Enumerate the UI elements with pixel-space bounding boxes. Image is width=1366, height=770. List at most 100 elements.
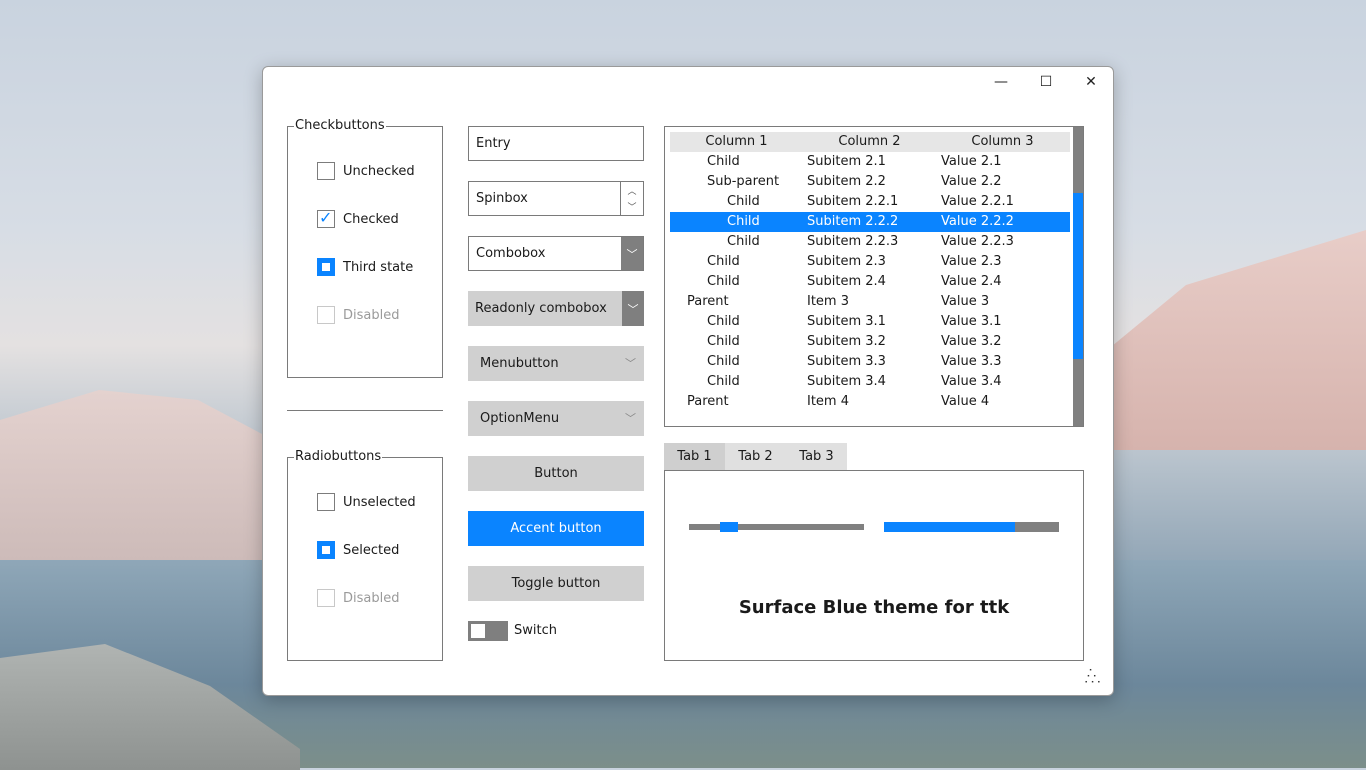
checkbox-unchecked-box[interactable] <box>317 162 335 180</box>
radio-label: Unselected <box>343 494 416 510</box>
chevron-up-icon[interactable]: ︿ <box>621 182 643 199</box>
checkbox-disabled-box <box>317 306 335 324</box>
chevron-down-icon: ﹀ <box>625 412 636 425</box>
column-header-2[interactable]: Column 2 <box>803 132 936 152</box>
notebook-tabs: Tab 1 Tab 2 Tab 3 <box>664 443 847 470</box>
table-row[interactable]: Sub-parent Subitem 2.2 Value 2.2 <box>670 172 1070 192</box>
table-cell: Value 3.2 <box>941 334 1002 349</box>
scale-slider[interactable] <box>689 522 864 532</box>
radio-label: Disabled <box>343 590 400 606</box>
menubutton[interactable]: Menubutton ﹀ <box>468 346 644 381</box>
table-cell: Subitem 2.2.1 <box>807 194 899 209</box>
table-row[interactable]: Parent Item 4 Value 4 <box>670 392 1070 412</box>
close-button[interactable]: ✕ <box>1069 67 1113 97</box>
checkbox-indeterminate-box[interactable] <box>317 258 335 276</box>
table-row[interactable]: Child Subitem 2.2.1 Value 2.2.1 <box>670 192 1070 212</box>
table-row[interactable]: Child Subitem 3.1 Value 3.1 <box>670 312 1070 332</box>
entry-text: Entry <box>476 136 511 151</box>
checkbox-label: Unchecked <box>343 163 415 179</box>
checkbuttons-frame: Checkbuttons Unchecked ✓ Checked Third s… <box>287 118 443 378</box>
table-cell: Sub-parent <box>707 174 780 189</box>
maximize-button[interactable]: ☐ <box>1024 67 1068 97</box>
chevron-down-icon[interactable]: ﹀ <box>621 199 643 216</box>
switch-toggle[interactable] <box>468 621 508 641</box>
check-third-state[interactable]: Third state <box>317 257 413 277</box>
table-cell: Subitem 3.2 <box>807 334 886 349</box>
chevron-down-icon[interactable]: ﹀ <box>621 237 643 270</box>
size-grip-icon[interactable]: ⠂ ⠂⠂ ⠂⠂⠂ <box>1084 667 1104 689</box>
check-unchecked[interactable]: Unchecked <box>317 161 415 181</box>
entry-field[interactable]: Entry <box>468 126 644 161</box>
table-row[interactable]: Child Subitem 2.2.2 Value 2.2.2 <box>670 212 1070 232</box>
optionmenu[interactable]: OptionMenu ﹀ <box>468 401 644 436</box>
table-cell: Subitem 2.2 <box>807 174 886 189</box>
table-cell: Child <box>707 334 740 349</box>
tree-scrollbar-thumb[interactable] <box>1073 193 1083 359</box>
table-row[interactable]: Child Subitem 3.3 Value 3.3 <box>670 352 1070 372</box>
tree-scrollbar[interactable] <box>1073 127 1083 426</box>
radio-disabled-indicator <box>317 589 335 607</box>
table-row[interactable]: Child Subitem 3.4 Value 3.4 <box>670 372 1070 392</box>
combobox-field[interactable]: Combobox ﹀ <box>468 236 644 271</box>
table-row[interactable]: Parent Item 3 Value 3 <box>670 292 1070 312</box>
tab-1[interactable]: Tab 1 <box>664 443 725 470</box>
table-cell: Item 3 <box>807 294 849 309</box>
table-row[interactable]: Child Subitem 2.1 Value 2.1 <box>670 152 1070 172</box>
tab-pane: Surface Blue theme for ttk <box>664 470 1084 661</box>
table-cell: Child <box>707 254 740 269</box>
table-cell: Value 2.1 <box>941 154 1002 169</box>
table-cell: Child <box>727 194 760 209</box>
button-label: Button <box>534 466 578 481</box>
checkbuttons-title: Checkbuttons <box>294 118 386 133</box>
table-row[interactable]: Child Subitem 2.2.3 Value 2.2.3 <box>670 232 1070 252</box>
tab-3[interactable]: Tab 3 <box>786 443 847 470</box>
column-header-3[interactable]: Column 3 <box>936 132 1069 152</box>
table-cell: Value 2.2.2 <box>941 214 1014 229</box>
table-cell: Subitem 2.2.2 <box>807 214 899 229</box>
table-cell: Subitem 3.1 <box>807 314 886 329</box>
table-cell: Subitem 2.3 <box>807 254 886 269</box>
column-header-1[interactable]: Column 1 <box>670 132 803 152</box>
table-row[interactable]: Child Subitem 2.4 Value 2.4 <box>670 272 1070 292</box>
radiobuttons-frame: Radiobuttons Unselected Selected Disable… <box>287 449 443 661</box>
spinbox-field[interactable]: Spinbox ︿ ﹀ <box>468 181 644 216</box>
table-row[interactable]: Child Subitem 2.3 Value 2.3 <box>670 252 1070 272</box>
switch-knob <box>471 624 485 638</box>
radio-selected-indicator[interactable] <box>317 541 335 559</box>
table-cell: Value 2.4 <box>941 274 1002 289</box>
combobox-text: Combobox <box>476 246 546 261</box>
scale-slider-thumb[interactable] <box>720 522 739 532</box>
readonly-combobox[interactable]: Readonly combobox ﹀ <box>468 291 644 326</box>
table-row[interactable]: Child Subitem 3.2 Value 3.2 <box>670 332 1070 352</box>
table-cell: Value 2.2.3 <box>941 234 1014 249</box>
radio-unselected-indicator[interactable] <box>317 493 335 511</box>
checkbox-label: Third state <box>343 259 414 275</box>
table-cell: Value 3.1 <box>941 314 1002 329</box>
optionmenu-text: OptionMenu <box>480 411 560 426</box>
table-cell: Subitem 3.3 <box>807 354 886 369</box>
toggle-button[interactable]: Toggle button <box>468 566 644 601</box>
table-cell: Value 3.3 <box>941 354 1002 369</box>
treeview[interactable]: Column 1 Column 2 Column 3 Child Subitem … <box>664 126 1084 427</box>
check-disabled: Disabled <box>317 305 399 325</box>
minimize-button[interactable]: — <box>979 67 1023 97</box>
radio-unselected[interactable]: Unselected <box>317 492 416 512</box>
table-cell: Parent <box>687 294 729 309</box>
table-cell: Value 2.2 <box>941 174 1002 189</box>
radio-label: Selected <box>343 542 400 558</box>
chevron-down-icon[interactable]: ﹀ <box>622 291 644 326</box>
radio-disabled: Disabled <box>317 588 399 608</box>
table-cell: Value 2.3 <box>941 254 1002 269</box>
tab-2[interactable]: Tab 2 <box>725 443 786 470</box>
accent-button[interactable]: Accent button <box>468 511 644 546</box>
table-cell: Subitem 2.2.3 <box>807 234 899 249</box>
tree-header: Column 1 Column 2 Column 3 <box>670 132 1070 152</box>
button[interactable]: Button <box>468 456 644 491</box>
progress-bar-fill <box>884 522 1016 532</box>
table-cell: Child <box>727 234 760 249</box>
check-checked[interactable]: ✓ Checked <box>317 208 399 229</box>
checkmark-icon: ✓ <box>319 208 333 227</box>
radio-selected[interactable]: Selected <box>317 540 399 560</box>
checkbox-checked-box[interactable]: ✓ <box>317 208 335 228</box>
menubutton-text: Menubutton <box>480 356 559 371</box>
